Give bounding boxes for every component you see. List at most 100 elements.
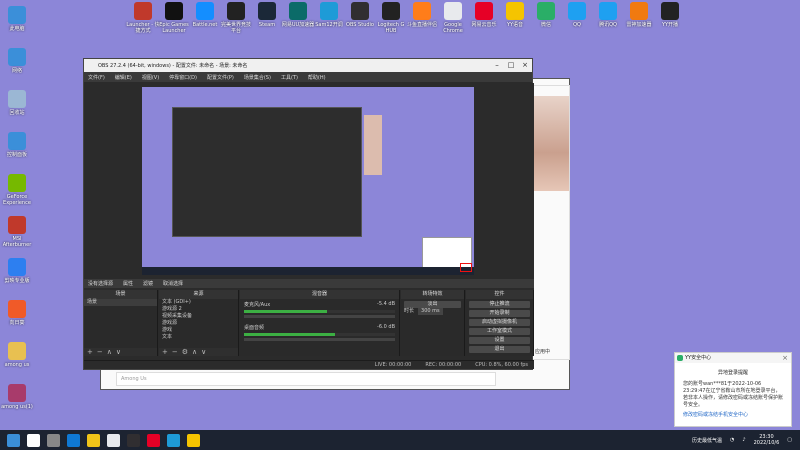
- volume-slider[interactable]: [244, 315, 395, 318]
- source-item[interactable]: 文本 (GDI+): [159, 299, 238, 306]
- source-item[interactable]: 文本: [159, 334, 238, 341]
- desktop-icon[interactable]: 完美世界竞技平台: [219, 2, 253, 34]
- source-toolbar: 没有选择源 属性 滤镜 取消选择: [84, 279, 534, 288]
- notif-body: 您的账号wan***81于2022-10-06 23:29:47在辽宁省鞍山市所…: [683, 381, 784, 408]
- desktop-icon[interactable]: Logitech G HUB: [374, 2, 408, 34]
- desktop-icon-label: 完美世界竞技平台: [220, 22, 251, 34]
- menu-item[interactable]: 帮助(H): [308, 74, 326, 81]
- side-panel[interactable]: 应用中: [530, 85, 570, 360]
- yy-notification[interactable]: YY安全中心 × 异地登录提醒 您的账号wan***81于2022-10-06 …: [674, 352, 792, 427]
- desktop-icon[interactable]: Epic Games Launcher: [157, 2, 191, 34]
- clock[interactable]: 23:30 2022/10/6: [754, 434, 780, 446]
- notif-link[interactable]: 修改密码或冻结手机安全中心: [675, 409, 791, 420]
- properties-button[interactable]: 属性: [123, 280, 133, 287]
- desktop-icon[interactable]: 微信: [529, 2, 563, 28]
- obs-statusbar: LIVE: 00:00:00 REC: 00:00:00 CPU: 0.8%, …: [84, 360, 534, 369]
- transition-select[interactable]: 淡出: [404, 301, 461, 308]
- duration-label: 时长: [404, 308, 415, 314]
- control-button[interactable]: 工作室模式: [469, 328, 530, 335]
- source-item[interactable]: 游戏: [159, 327, 238, 334]
- control-button[interactable]: 停止推流: [469, 301, 530, 308]
- game-icon[interactable]: [167, 433, 180, 447]
- desktop-icon[interactable]: 雷神加速器: [622, 2, 656, 28]
- desktop-icon[interactable]: among us(1): [0, 384, 34, 410]
- explorer-icon[interactable]: [87, 433, 100, 447]
- source-item[interactable]: 游戏源 2: [159, 306, 238, 313]
- menu-item[interactable]: 编辑(E): [115, 74, 132, 81]
- channel-name: 麦克风/Aux: [244, 302, 271, 308]
- menu-item[interactable]: 文件(F): [88, 74, 105, 81]
- menu-item[interactable]: 配置文件(P): [207, 74, 234, 81]
- channel-db: -6.0 dB: [377, 324, 395, 330]
- obs-window[interactable]: OBS 27.2.4 (64-bit, windows) - 配置文件: 未命名…: [83, 58, 534, 370]
- edge-icon[interactable]: [67, 433, 80, 447]
- desktop-icon[interactable]: 网易云音乐: [467, 2, 501, 28]
- sources-footer[interactable]: +−⚙∧∨: [159, 348, 238, 356]
- maximize-icon[interactable]: □: [504, 59, 518, 72]
- menu-item[interactable]: 工具(T): [281, 74, 298, 81]
- duration-row: 时长 300 ms: [401, 308, 464, 315]
- desktop-icon[interactable]: Steam: [250, 2, 284, 28]
- mixer-dock: 混音器 麦克风/Aux -5.4 dB 桌面音频 -6.0 dB: [240, 290, 400, 356]
- obs-icon: [351, 2, 369, 20]
- desktop-icon[interactable]: OBS Studio: [343, 2, 377, 28]
- search-icon[interactable]: [27, 433, 40, 447]
- control-button[interactable]: 启动虚拟摄像机: [469, 319, 530, 326]
- control-button[interactable]: 退出: [469, 346, 530, 353]
- desktop-icon[interactable]: GeForce Experience: [0, 174, 34, 206]
- desktop-icon[interactable]: 网易UU加速器: [281, 2, 315, 28]
- filters-button[interactable]: 滤镜: [143, 280, 153, 287]
- mixer-title: 混音器: [240, 290, 399, 299]
- yy-shield-icon: [677, 355, 683, 361]
- desktop-icon[interactable]: 网络: [0, 48, 34, 74]
- cpu-status: CPU: 0.8%, 60.00 fps: [475, 362, 528, 368]
- menu-item[interactable]: 场景集合(S): [244, 74, 271, 81]
- desktop-icon[interactable]: 剪映专业版: [0, 258, 34, 284]
- desktop-icon[interactable]: 此电脑: [0, 6, 34, 32]
- desktop-icon[interactable]: among us: [0, 342, 34, 368]
- desktop-icon[interactable]: QQ: [560, 2, 594, 28]
- source-item[interactable]: 视频采集设备: [159, 313, 238, 320]
- launcher-icon: [134, 2, 152, 20]
- epic-icon: [165, 2, 183, 20]
- background-window-input[interactable]: Among Us: [116, 372, 496, 386]
- side-panel-status: 应用中: [535, 349, 551, 355]
- menu-item[interactable]: 视图(V): [142, 74, 159, 81]
- desktop-icon[interactable]: 斗鱼直播伴侣: [405, 2, 439, 28]
- deinterlace-button[interactable]: 取消选择: [163, 280, 183, 287]
- start-icon[interactable]: [7, 433, 20, 447]
- minimize-icon[interactable]: –: [490, 59, 504, 72]
- qq-icon: [568, 2, 586, 20]
- desktop-icon[interactable]: MSI Afterburner: [0, 216, 34, 248]
- volume-slider[interactable]: [244, 338, 395, 341]
- desktop-icon[interactable]: 腾讯QQ: [591, 2, 625, 28]
- menu-item[interactable]: 停靠窗口(D): [169, 74, 197, 81]
- desktop-icon[interactable]: YY语音: [498, 2, 532, 28]
- control-button[interactable]: 设置: [469, 337, 530, 344]
- desktop-icon[interactable]: Launcher - 快捷方式: [126, 2, 160, 34]
- desktop-icon[interactable]: Battle.net: [188, 2, 222, 28]
- volume-icon[interactable]: ♪: [742, 437, 745, 443]
- notification-center-icon[interactable]: ▢: [787, 437, 792, 443]
- network-icon[interactable]: ◔: [730, 437, 734, 443]
- scene-item[interactable]: 场景: [84, 299, 157, 306]
- duration-input[interactable]: 300 ms: [418, 308, 443, 315]
- scenes-footer[interactable]: +−∧∨: [84, 348, 157, 356]
- desktop-icon[interactable]: 回收站: [0, 90, 34, 116]
- yy-icon[interactable]: [187, 433, 200, 447]
- desktop-icon[interactable]: Google Chrome: [436, 2, 470, 34]
- netease-music-icon[interactable]: [147, 433, 160, 447]
- notif-close-icon[interactable]: ×: [782, 353, 788, 363]
- desktop-icon[interactable]: YY开播: [653, 2, 687, 28]
- source-item[interactable]: 游戏源: [159, 320, 238, 327]
- task-view-icon[interactable]: [47, 433, 60, 447]
- recursive-taskbar: [142, 267, 474, 275]
- obs-icon[interactable]: [127, 433, 140, 447]
- desktop-icon-label: Logitech G HUB: [377, 22, 405, 34]
- control-button[interactable]: 开始录制: [469, 310, 530, 317]
- chrome-icon[interactable]: [107, 433, 120, 447]
- desktop-icon[interactable]: 控制面板: [0, 132, 34, 158]
- desktop-icon[interactable]: 向日葵: [0, 300, 34, 326]
- close-icon[interactable]: ×: [518, 59, 532, 72]
- desktop-icon[interactable]: Sam12开调: [312, 2, 346, 28]
